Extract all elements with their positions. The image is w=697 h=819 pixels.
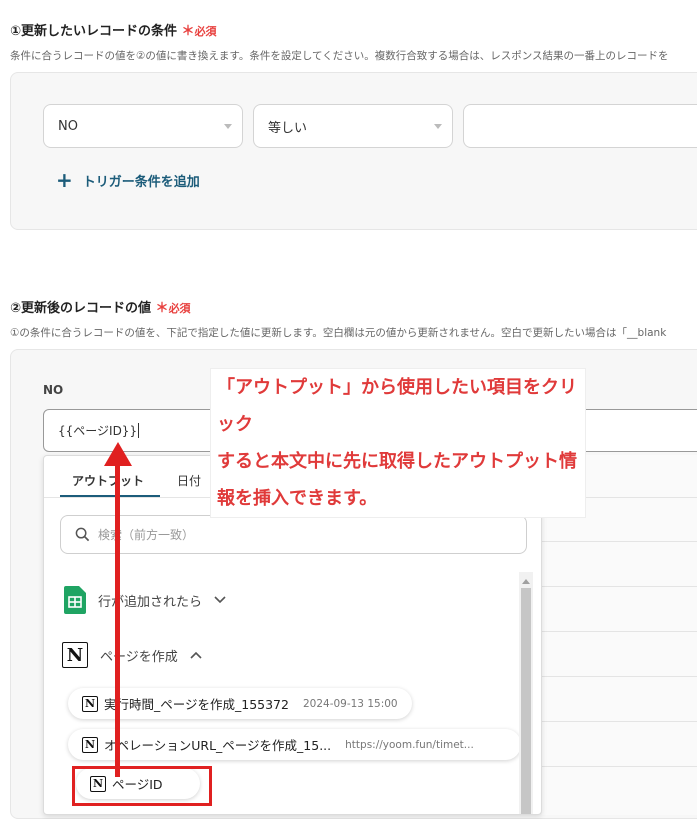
background-row-divider <box>542 631 697 632</box>
add-condition-label: トリガー条件を追加 <box>82 174 200 190</box>
condition-operator-select[interactable]: 等しい <box>253 104 453 148</box>
background-row-divider <box>542 766 697 767</box>
section2-description: ①の条件に合うレコードの値を、下記で指定した値に更新します。空白欄は元の値から更… <box>10 327 667 339</box>
condition-panel <box>10 72 697 230</box>
condition-operator-value: 等しい <box>268 120 308 136</box>
background-row-divider <box>542 541 697 542</box>
section1-title-text: ①更新したいレコードの条件 <box>10 24 178 39</box>
notion-icon: N <box>82 695 98 712</box>
section1-description: 条件に合うレコードの値を②の値に書き換えます。条件を設定してください。複数行合致… <box>10 50 669 62</box>
google-sheets-icon <box>64 586 86 614</box>
background-row-divider <box>542 721 697 722</box>
required-label: 必須 <box>194 25 217 38</box>
callout-line: 「アウトプット」から使用したい項目をクリック <box>217 377 577 435</box>
condition-field-select[interactable]: NO <box>43 104 243 148</box>
required-label: 必須 <box>168 302 191 315</box>
condition-field-value: NO <box>58 118 78 134</box>
notion-icon: N <box>62 642 88 668</box>
tab-date[interactable]: 日付 <box>177 472 201 489</box>
scroll-thumb[interactable] <box>521 588 531 814</box>
chevron-up-icon <box>190 651 202 659</box>
instruction-callout: 「アウトプット」から使用したい項目をクリック すると本文中に先に取得したアウトプ… <box>210 368 586 518</box>
callout-line: 報を挿入できます。 <box>217 488 378 509</box>
section1-title: ①更新したいレコードの条件 ＊必須 <box>10 20 217 39</box>
background-row-divider <box>542 586 697 587</box>
group-row-added[interactable]: 行が追加されたら <box>64 586 226 614</box>
condition-value-input[interactable] <box>463 104 697 148</box>
no-value-text: {{ページID}} <box>58 424 138 438</box>
scroll-up-arrow-icon[interactable] <box>519 575 533 587</box>
text-cursor <box>138 423 140 438</box>
background-row-divider <box>542 676 697 677</box>
output-item-label: オペレーションURL_ページを作成_15... <box>104 738 332 753</box>
chevron-down-icon <box>214 596 226 604</box>
required-star: ＊ <box>155 301 169 316</box>
highlight-box <box>72 766 212 806</box>
chevron-down-icon <box>224 124 232 129</box>
notion-icon: N <box>82 736 98 753</box>
annotation-arrow <box>104 442 132 777</box>
callout-line: すると本文中に先に取得したアウトプット情 <box>217 451 577 472</box>
chevron-down-icon <box>434 124 442 129</box>
dropdown-scrollbar[interactable] <box>519 572 533 814</box>
section2-title-text: ②更新後のレコードの値 <box>10 301 152 316</box>
section2-title: ②更新後のレコードの値 ＊必須 <box>10 297 191 316</box>
output-item-value: https://yoom.fun/timet... <box>345 738 474 751</box>
plus-icon: + <box>56 168 73 192</box>
output-item-value: 2024-09-13 15:00 <box>302 697 398 710</box>
required-star: ＊ <box>181 24 195 39</box>
add-trigger-condition-button[interactable]: + トリガー条件を追加 <box>56 170 200 190</box>
field-label-no: NO <box>43 383 64 397</box>
search-icon <box>75 527 90 542</box>
